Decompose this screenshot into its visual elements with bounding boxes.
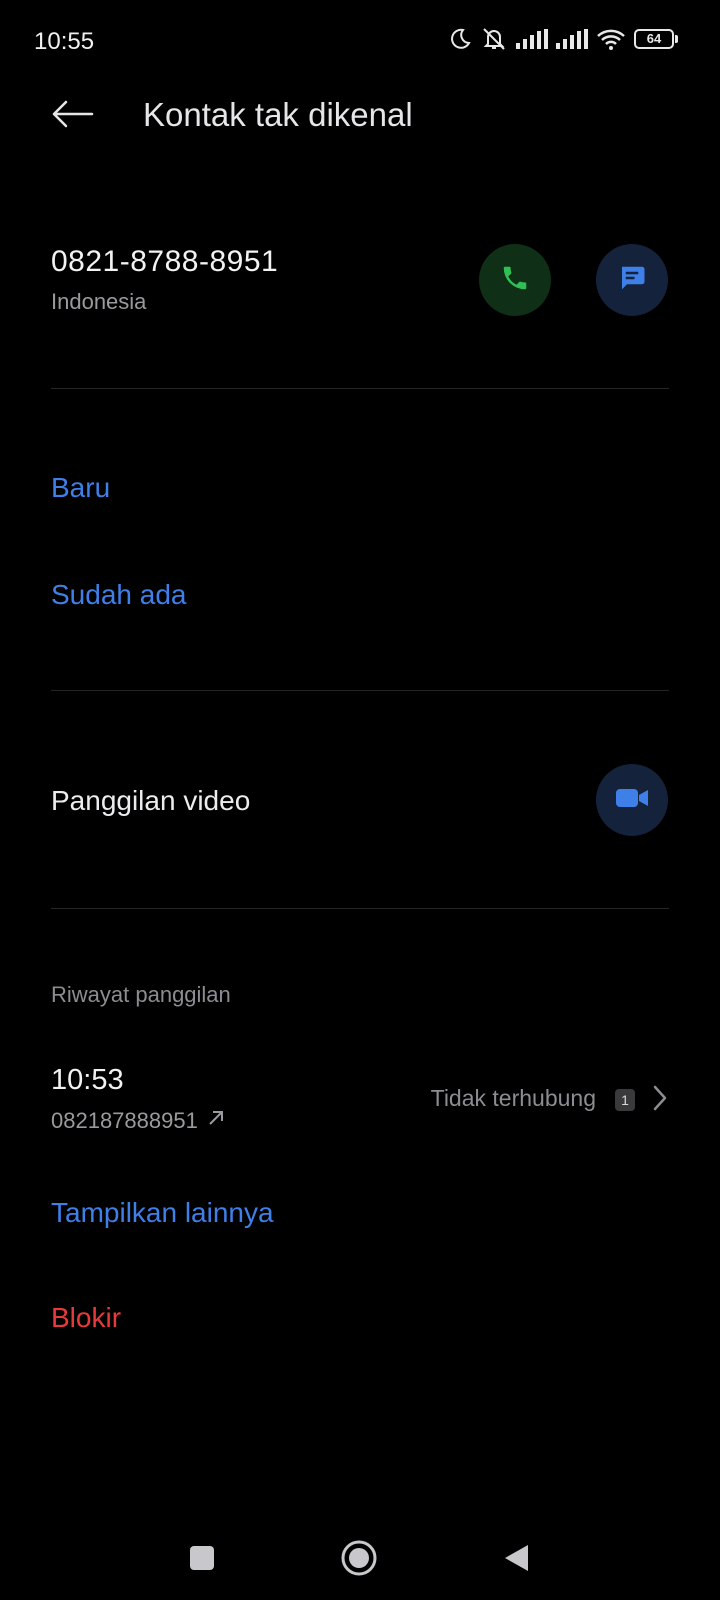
battery-icon: 64 bbox=[634, 29, 678, 49]
divider bbox=[51, 690, 669, 691]
block-link[interactable]: Blokir bbox=[51, 1302, 121, 1334]
contact-phone-number: 0821-8788-8951 bbox=[51, 245, 279, 278]
back-button[interactable] bbox=[44, 92, 100, 140]
page-title: Kontak tak dikenal bbox=[143, 96, 413, 133]
divider bbox=[51, 908, 669, 909]
show-more-link[interactable]: Tampilkan lainnya bbox=[51, 1197, 274, 1229]
call-count-badge: 1 bbox=[615, 1089, 635, 1111]
status-time: 10:55 bbox=[34, 28, 95, 55]
muted-bell-icon bbox=[480, 26, 508, 52]
call-time: 10:53 bbox=[51, 1064, 124, 1096]
message-icon bbox=[617, 263, 647, 298]
status-icons: 64 bbox=[448, 26, 678, 52]
new-contact-link[interactable]: Baru bbox=[51, 472, 110, 504]
square-recents-icon bbox=[189, 1545, 215, 1576]
video-camera-icon bbox=[615, 786, 649, 815]
call-status: Tidak terhubung bbox=[430, 1085, 596, 1111]
message-button[interactable] bbox=[596, 244, 668, 316]
battery-level: 64 bbox=[634, 29, 674, 49]
contact-header: 0821-8788-8951 Indonesia bbox=[0, 230, 720, 330]
contact-country: Indonesia bbox=[51, 289, 147, 314]
phone-icon bbox=[500, 263, 530, 298]
chevron-right-icon bbox=[652, 1084, 668, 1117]
call-history-entry[interactable]: 10:53 082187888951 Tidak terhubung 1 bbox=[0, 1050, 720, 1140]
call-number: 082187888951 bbox=[51, 1108, 198, 1133]
divider bbox=[51, 388, 669, 389]
home-button[interactable] bbox=[335, 1536, 383, 1584]
status-bar: 10:55 64 bbox=[0, 0, 720, 80]
triangle-back-icon bbox=[502, 1543, 530, 1578]
moon-icon bbox=[448, 27, 472, 51]
video-call-label: Panggilan video bbox=[51, 785, 251, 816]
wifi-icon bbox=[596, 28, 626, 50]
existing-contact-link[interactable]: Sudah ada bbox=[51, 579, 186, 611]
signal-icon bbox=[556, 29, 588, 49]
video-call-row: Panggilan video bbox=[0, 760, 720, 840]
system-nav-bar bbox=[0, 1520, 720, 1600]
call-number-row: 082187888951 bbox=[51, 1108, 226, 1134]
outgoing-arrow-icon bbox=[206, 1108, 226, 1134]
arrow-left-icon bbox=[50, 98, 94, 135]
nav-back-button[interactable] bbox=[492, 1536, 540, 1584]
video-call-button[interactable] bbox=[596, 764, 668, 836]
recents-button[interactable] bbox=[178, 1536, 226, 1584]
app-bar: Kontak tak dikenal bbox=[0, 80, 720, 152]
signal-icon bbox=[516, 29, 548, 49]
circle-home-icon bbox=[340, 1539, 378, 1582]
call-button[interactable] bbox=[479, 244, 551, 316]
call-history-section-label: Riwayat panggilan bbox=[51, 982, 231, 1007]
